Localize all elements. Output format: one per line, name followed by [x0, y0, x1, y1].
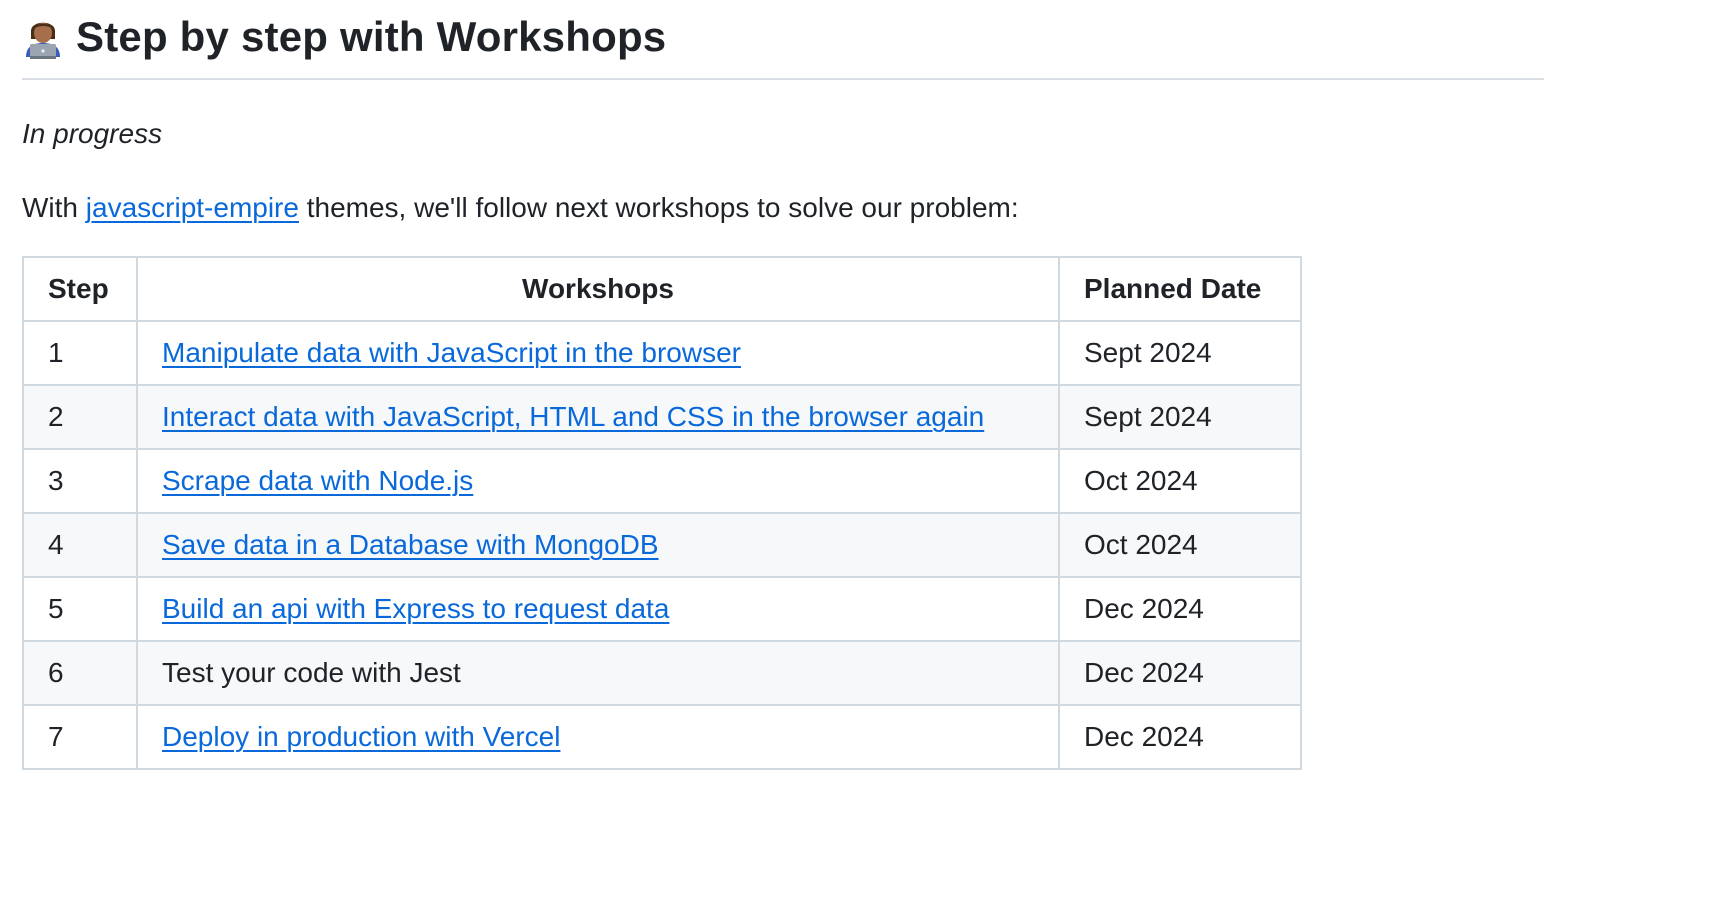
intro-paragraph: With javascript-empire themes, we'll fol…: [22, 192, 1544, 224]
date-cell: Sept 2024: [1058, 384, 1302, 450]
date-cell: Dec 2024: [1058, 576, 1302, 642]
step-cell: 3: [22, 448, 138, 514]
table-row: 3 Scrape data with Node.js Oct 2024: [22, 448, 1302, 514]
workshop-text: Test your code with Jest: [162, 657, 461, 688]
header-step: Step: [22, 256, 138, 322]
workshop-link[interactable]: Save data in a Database with MongoDB: [162, 529, 659, 560]
technologist-emoji-icon: [22, 15, 64, 59]
table-row: 2 Interact data with JavaScript, HTML an…: [22, 384, 1302, 450]
workshop-cell: Manipulate data with JavaScript in the b…: [136, 320, 1060, 386]
step-cell: 4: [22, 512, 138, 578]
workshop-link[interactable]: Interact data with JavaScript, HTML and …: [162, 401, 984, 432]
table-row: 5 Build an api with Express to request d…: [22, 576, 1302, 642]
date-cell: Dec 2024: [1058, 704, 1302, 770]
header-workshops: Workshops: [136, 256, 1060, 322]
workshops-table: Step Workshops Planned Date 1 Manipulate…: [22, 256, 1302, 770]
status-text: In progress: [22, 118, 163, 149]
date-cell: Oct 2024: [1058, 448, 1302, 514]
header-planned-date: Planned Date: [1058, 256, 1302, 322]
date-cell: Sept 2024: [1058, 320, 1302, 386]
table-row: 4 Save data in a Database with MongoDB O…: [22, 512, 1302, 578]
step-cell: 1: [22, 320, 138, 386]
table-header-row: Step Workshops Planned Date: [22, 256, 1302, 322]
workshop-cell: Deploy in production with Vercel: [136, 704, 1060, 770]
step-cell: 2: [22, 384, 138, 450]
step-cell: 7: [22, 704, 138, 770]
table-row: 7 Deploy in production with Vercel Dec 2…: [22, 704, 1302, 770]
readme-section: Step by step with Workshops In progress …: [22, 0, 1544, 770]
date-cell: Oct 2024: [1058, 512, 1302, 578]
section-title: Step by step with Workshops: [76, 13, 667, 60]
date-cell: Dec 2024: [1058, 640, 1302, 706]
workshop-link[interactable]: Build an api with Express to request dat…: [162, 593, 669, 624]
table-row: 6 Test your code with Jest Dec 2024: [22, 640, 1302, 706]
workshop-cell: Save data in a Database with MongoDB: [136, 512, 1060, 578]
step-cell: 6: [22, 640, 138, 706]
javascript-empire-link[interactable]: javascript-empire: [86, 192, 299, 223]
workshop-link[interactable]: Scrape data with Node.js: [162, 465, 473, 496]
workshop-cell: Interact data with JavaScript, HTML and …: [136, 384, 1060, 450]
workshop-cell: Scrape data with Node.js: [136, 448, 1060, 514]
section-heading: Step by step with Workshops: [22, 0, 1544, 80]
workshop-link[interactable]: Deploy in production with Vercel: [162, 721, 560, 752]
intro-prefix: With: [22, 192, 86, 223]
workshop-cell: Build an api with Express to request dat…: [136, 576, 1060, 642]
step-cell: 5: [22, 576, 138, 642]
workshop-link[interactable]: Manipulate data with JavaScript in the b…: [162, 337, 741, 368]
workshop-cell: Test your code with Jest: [136, 640, 1060, 706]
table-row: 1 Manipulate data with JavaScript in the…: [22, 320, 1302, 386]
intro-suffix: themes, we'll follow next workshops to s…: [298, 192, 1019, 223]
